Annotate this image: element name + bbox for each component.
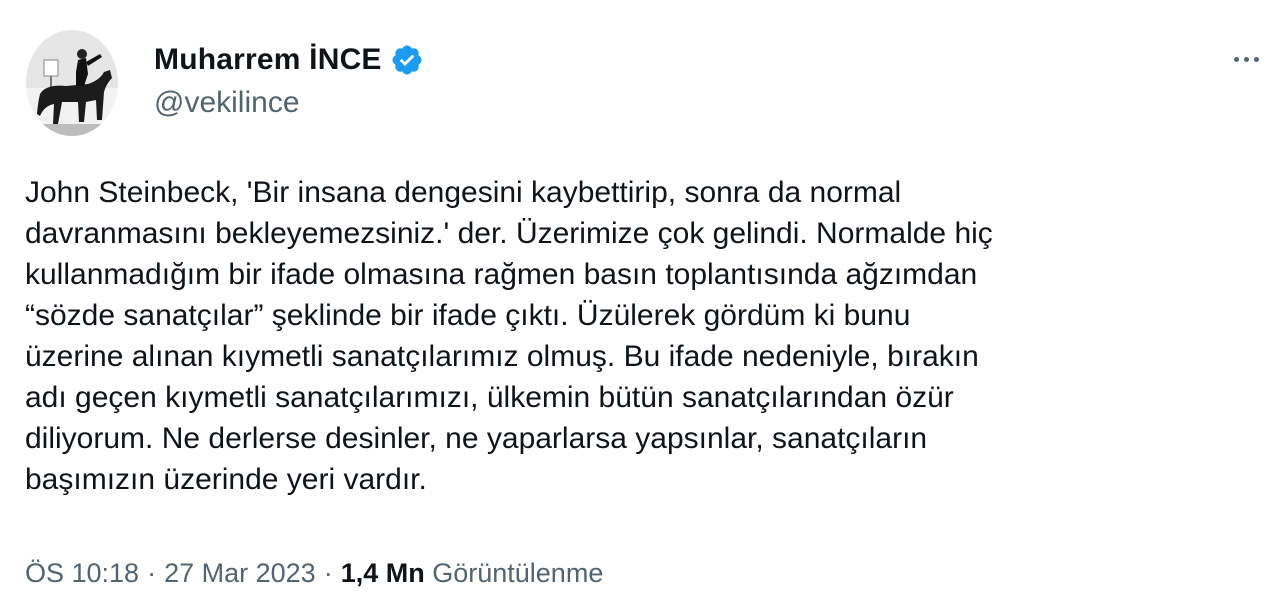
tweet-text-line: diliyorum. Ne derlerse desinler, ne yapa… xyxy=(25,422,928,455)
tweet-card: Muharrem İNCE @vekilince John Steinbeck,… xyxy=(0,0,1280,610)
tweet-metadata: ÖS 10:18 · 27 Mar 2023 · 1,4 Mn Görüntülenme xyxy=(25,558,603,589)
tweet-text-line: başımızın üzerinde yeri vardır. xyxy=(25,463,427,496)
tweet-date[interactable]: 27 Mar 2023 xyxy=(164,558,316,588)
verified-badge-icon xyxy=(390,43,424,77)
tweet-text-line: “sözde sanatçılar” şeklinde bir ifade çı… xyxy=(25,299,911,332)
more-horizontal-icon[interactable] xyxy=(1226,44,1266,74)
separator-dot: · xyxy=(323,558,333,588)
author-display-name[interactable]: Muharrem İNCE xyxy=(154,43,382,77)
views-label: Görüntülenme xyxy=(432,558,604,588)
tweet-text: John Steinbeck, 'Bir insana dengesini ka… xyxy=(25,172,1265,500)
avatar[interactable] xyxy=(26,30,118,136)
separator-dot: · xyxy=(147,558,157,588)
tweet-text-line: John Steinbeck, 'Bir insana dengesini ka… xyxy=(25,176,902,209)
tweet-text-line: adı geçen kıymetli sanatçılarımızı, ülke… xyxy=(25,381,954,414)
tweet-text-line: davranmasını bekleyemezsiniz.' der. Üzer… xyxy=(25,217,993,250)
author-handle[interactable]: @vekilince xyxy=(154,86,300,120)
author-name-row: Muharrem İNCE xyxy=(154,40,424,80)
avatar-image xyxy=(26,30,118,136)
tweet-text-line: üzerine alınan kıymetli sanatçılarımız o… xyxy=(25,340,979,373)
tweet-text-line: kullanmadığım bir ifade olmasına rağmen … xyxy=(25,258,978,291)
tweet-time[interactable]: ÖS 10:18 xyxy=(25,558,139,588)
views-count: 1,4 Mn xyxy=(340,558,425,588)
